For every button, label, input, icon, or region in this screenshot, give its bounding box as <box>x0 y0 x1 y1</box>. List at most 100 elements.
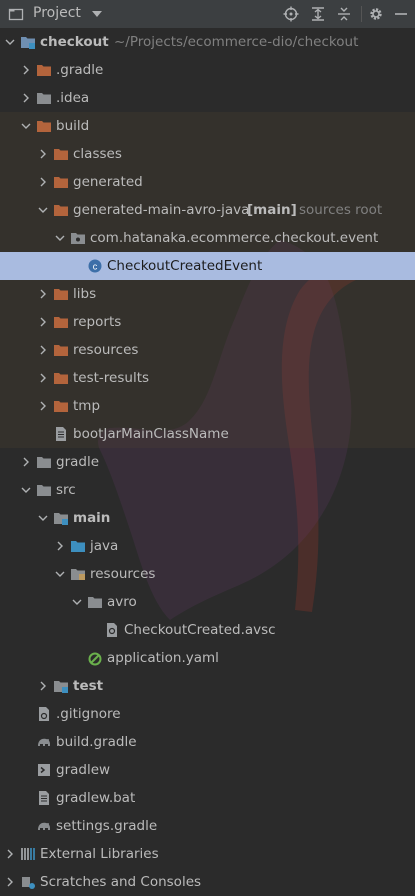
tree-note-sources-root: sources root <box>299 202 383 218</box>
folder-icon <box>37 121 51 132</box>
tree-node-gradlew[interactable]: gradlew <box>0 756 415 784</box>
tree-node-package[interactable]: com.hatanaka.ecommerce.checkout.event <box>0 224 415 252</box>
tree-node-test[interactable]: test <box>0 672 415 700</box>
tree-node-scratches[interactable]: Scratches and Consoles <box>0 868 415 896</box>
folder-icon <box>37 65 51 76</box>
folder-icon <box>37 457 51 468</box>
text-file-icon <box>39 791 49 805</box>
tree-node-gradlew-bat[interactable]: gradlew.bat <box>0 784 415 812</box>
tree-node-gradle-folder[interactable]: gradle <box>0 448 415 476</box>
tree-node-build-gradle[interactable]: build.gradle <box>0 728 415 756</box>
tree-label-idea-dir: .idea <box>56 90 90 106</box>
gitignore-file-icon <box>39 707 49 721</box>
tree-node-resources-main[interactable]: resources <box>0 560 415 588</box>
class-icon: c <box>88 259 102 273</box>
tree-label-build-gradle: build.gradle <box>56 734 137 750</box>
chevron-right-icon[interactable] <box>37 372 49 384</box>
text-file-icon <box>56 427 66 441</box>
collapse-all-icon[interactable] <box>336 6 352 22</box>
chevron-down-icon[interactable] <box>92 11 102 17</box>
tree-node-libs[interactable]: libs <box>0 280 415 308</box>
tree-node-avsc[interactable]: CheckoutCreated.avsc <box>0 616 415 644</box>
gear-icon[interactable] <box>368 6 384 22</box>
tree-node-test-results[interactable]: test-results <box>0 364 415 392</box>
tree-label-avro: avro <box>107 594 137 610</box>
project-window-icon <box>8 8 24 21</box>
folder-icon <box>54 177 68 188</box>
tree-label-settings-gradle: settings.gradle <box>56 818 158 834</box>
tree-label-test: test <box>73 678 104 694</box>
chevron-down-icon[interactable] <box>4 36 16 48</box>
tree-label-gradle-folder: gradle <box>56 454 100 470</box>
scratches-icon <box>22 877 35 889</box>
tree-label-checkout-created-event: CheckoutCreatedEvent <box>107 258 263 274</box>
tree-label-reports: reports <box>73 314 122 330</box>
resources-folder-icon <box>71 569 85 580</box>
tree-node-avro[interactable]: avro <box>0 588 415 616</box>
tree-label-gradle-dir: .gradle <box>56 62 104 78</box>
module-folder-icon <box>54 681 68 693</box>
tree-node-application-yaml[interactable]: application.yaml <box>0 644 415 672</box>
chevron-right-icon[interactable] <box>37 176 49 188</box>
tree-node-resources-build[interactable]: resources <box>0 336 415 364</box>
tree-node-build[interactable]: build <box>0 112 415 140</box>
tree-node-main[interactable]: main <box>0 504 415 532</box>
chevron-right-icon[interactable] <box>20 64 32 76</box>
tree-label-classes: classes <box>73 146 122 162</box>
tree-node-bootjar[interactable]: bootJarMainClassName <box>0 420 415 448</box>
chevron-down-icon[interactable] <box>71 596 83 608</box>
tree-label-tmp: tmp <box>73 398 101 414</box>
project-view-title[interactable]: Project <box>33 5 81 21</box>
tree-label-gradlew: gradlew <box>56 762 111 778</box>
folder-icon <box>54 317 68 328</box>
tree-node-generated[interactable]: generated <box>0 168 415 196</box>
project-toolbar: Project <box>0 0 415 29</box>
tree-node-gitignore[interactable]: .gitignore <box>0 700 415 728</box>
tree-node-java[interactable]: java <box>0 532 415 560</box>
chevron-down-icon[interactable] <box>20 484 32 496</box>
tree-node-idea-dir[interactable]: .idea <box>0 84 415 112</box>
tree-node-gradle-dir[interactable]: .gradle <box>0 56 415 84</box>
tree-label-resources-build: resources <box>73 342 139 358</box>
chevron-right-icon[interactable] <box>20 92 32 104</box>
chevron-right-icon[interactable] <box>4 876 16 888</box>
tree-node-settings-gradle[interactable]: settings.gradle <box>0 812 415 840</box>
chevron-down-icon[interactable] <box>20 120 32 132</box>
module-folder-icon <box>54 513 68 525</box>
locate-icon[interactable] <box>283 6 299 22</box>
tree-label-checkout: checkout <box>40 34 109 50</box>
chevron-right-icon[interactable] <box>54 540 66 552</box>
folder-icon <box>37 93 51 104</box>
chevron-down-icon[interactable] <box>54 568 66 580</box>
chevron-right-icon[interactable] <box>37 288 49 300</box>
tree-node-tmp[interactable]: tmp <box>0 392 415 420</box>
chevron-right-icon[interactable] <box>37 316 49 328</box>
folder-icon <box>54 205 68 216</box>
hide-icon[interactable] <box>393 6 409 22</box>
chevron-right-icon[interactable] <box>37 400 49 412</box>
tree-label-libs: libs <box>73 286 97 302</box>
chevron-right-icon[interactable] <box>37 148 49 160</box>
tree-node-reports[interactable]: reports <box>0 308 415 336</box>
shell-script-icon <box>38 764 50 776</box>
chevron-right-icon[interactable] <box>20 456 32 468</box>
chevron-down-icon[interactable] <box>37 204 49 216</box>
tree-node-checkout-created-event[interactable]: c CheckoutCreatedEvent <box>0 252 415 280</box>
gradle-elephant-icon <box>38 738 50 746</box>
chevron-down-icon[interactable] <box>54 232 66 244</box>
tree-label-main: main <box>73 510 111 526</box>
chevron-right-icon[interactable] <box>37 680 49 692</box>
chevron-right-icon[interactable] <box>4 848 16 860</box>
chevron-down-icon[interactable] <box>37 512 49 524</box>
tree-node-generated-main-avro-java[interactable]: generated-main-avro-java [main] sources … <box>0 196 415 224</box>
chevron-right-icon[interactable] <box>37 344 49 356</box>
folder-icon <box>88 597 102 608</box>
tree-node-classes[interactable]: classes <box>0 140 415 168</box>
expand-all-icon[interactable] <box>310 6 326 22</box>
source-folder-icon <box>71 541 85 552</box>
tree-node-checkout[interactable]: checkout ~/Projects/ecommerce-dio/checko… <box>0 28 415 56</box>
tree-label-bootjar: bootJarMainClassName <box>73 426 229 442</box>
tree-node-src[interactable]: src <box>0 476 415 504</box>
tree-path-checkout: ~/Projects/ecommerce-dio/checkout <box>114 34 359 50</box>
tree-node-external-libraries[interactable]: External Libraries <box>0 840 415 868</box>
